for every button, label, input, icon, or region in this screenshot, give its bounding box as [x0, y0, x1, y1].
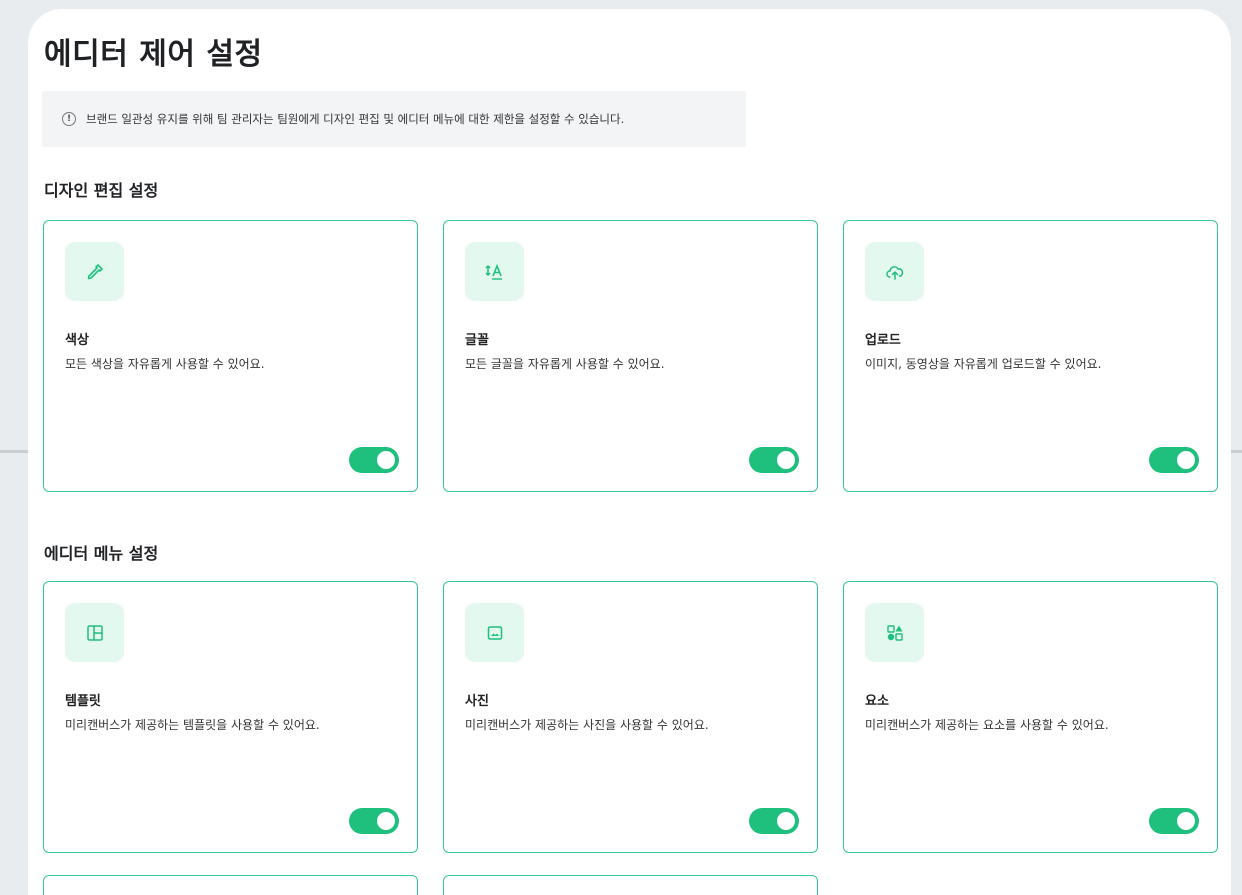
toggle-knob — [377, 812, 395, 830]
template-layout-icon — [65, 603, 124, 662]
card-color: 색상 모든 색상을 자유롭게 사용할 수 있어요. — [43, 220, 418, 492]
font-toggle[interactable] — [749, 447, 799, 473]
photo-toggle[interactable] — [749, 808, 799, 834]
card-element: 요소 미리캔버스가 제공하는 요소를 사용할 수 있어요. — [843, 581, 1218, 853]
card-font: 글꼴 모든 글꼴을 자유롭게 사용할 수 있어요. — [443, 220, 818, 492]
image-icon — [465, 603, 524, 662]
page-title: 에디터 제어 설정 — [44, 37, 263, 72]
card-title: 글꼴 — [465, 333, 489, 348]
card-title: 템플릿 — [65, 694, 101, 709]
toggle-knob — [1177, 451, 1195, 469]
toggle-knob — [777, 451, 795, 469]
card-template: 템플릿 미리캔버스가 제공하는 템플릿을 사용할 수 있어요. — [43, 581, 418, 853]
card-description: 미리캔버스가 제공하는 템플릿을 사용할 수 있어요. — [65, 718, 320, 732]
text-size-icon — [465, 242, 524, 301]
toggle-knob — [377, 451, 395, 469]
card-description: 모든 색상을 자유롭게 사용할 수 있어요. — [65, 357, 265, 371]
card-title: 업로드 — [865, 333, 901, 348]
design-section-title: 디자인 편집 설정 — [44, 181, 159, 200]
editor-control-panel: 에디터 제어 설정 ! 브랜드 일관성 유지를 위해 팀 관리자는 팀원에게 디… — [28, 9, 1231, 895]
toggle-knob — [1177, 812, 1195, 830]
template-toggle[interactable] — [349, 808, 399, 834]
eyedropper-icon — [65, 242, 124, 301]
element-toggle[interactable] — [1149, 808, 1199, 834]
toggle-knob — [777, 812, 795, 830]
card-title: 요소 — [865, 694, 889, 709]
notice-banner: ! 브랜드 일관성 유지를 위해 팀 관리자는 팀원에게 디자인 편집 및 에디… — [42, 91, 746, 147]
info-icon: ! — [62, 112, 76, 126]
card-photo: 사진 미리캔버스가 제공하는 사진을 사용할 수 있어요. — [443, 581, 818, 853]
notice-text: 브랜드 일관성 유지를 위해 팀 관리자는 팀원에게 디자인 편집 및 에디터 … — [86, 112, 625, 126]
menu-section-title: 에디터 메뉴 설정 — [44, 544, 159, 563]
card-description: 미리캔버스가 제공하는 사진을 사용할 수 있어요. — [465, 718, 709, 732]
shapes-icon — [865, 603, 924, 662]
card-partial-1 — [43, 875, 418, 895]
card-description: 모든 글꼴을 자유롭게 사용할 수 있어요. — [465, 357, 665, 371]
cloud-upload-icon — [865, 242, 924, 301]
card-title: 사진 — [465, 694, 489, 709]
card-upload: 업로드 이미지, 동영상을 자유롭게 업로드할 수 있어요. — [843, 220, 1218, 492]
color-toggle[interactable] — [349, 447, 399, 473]
card-description: 이미지, 동영상을 자유롭게 업로드할 수 있어요. — [865, 357, 1102, 371]
card-title: 색상 — [65, 333, 89, 348]
upload-toggle[interactable] — [1149, 447, 1199, 473]
card-description: 미리캔버스가 제공하는 요소를 사용할 수 있어요. — [865, 718, 1109, 732]
card-partial-2 — [443, 875, 818, 895]
